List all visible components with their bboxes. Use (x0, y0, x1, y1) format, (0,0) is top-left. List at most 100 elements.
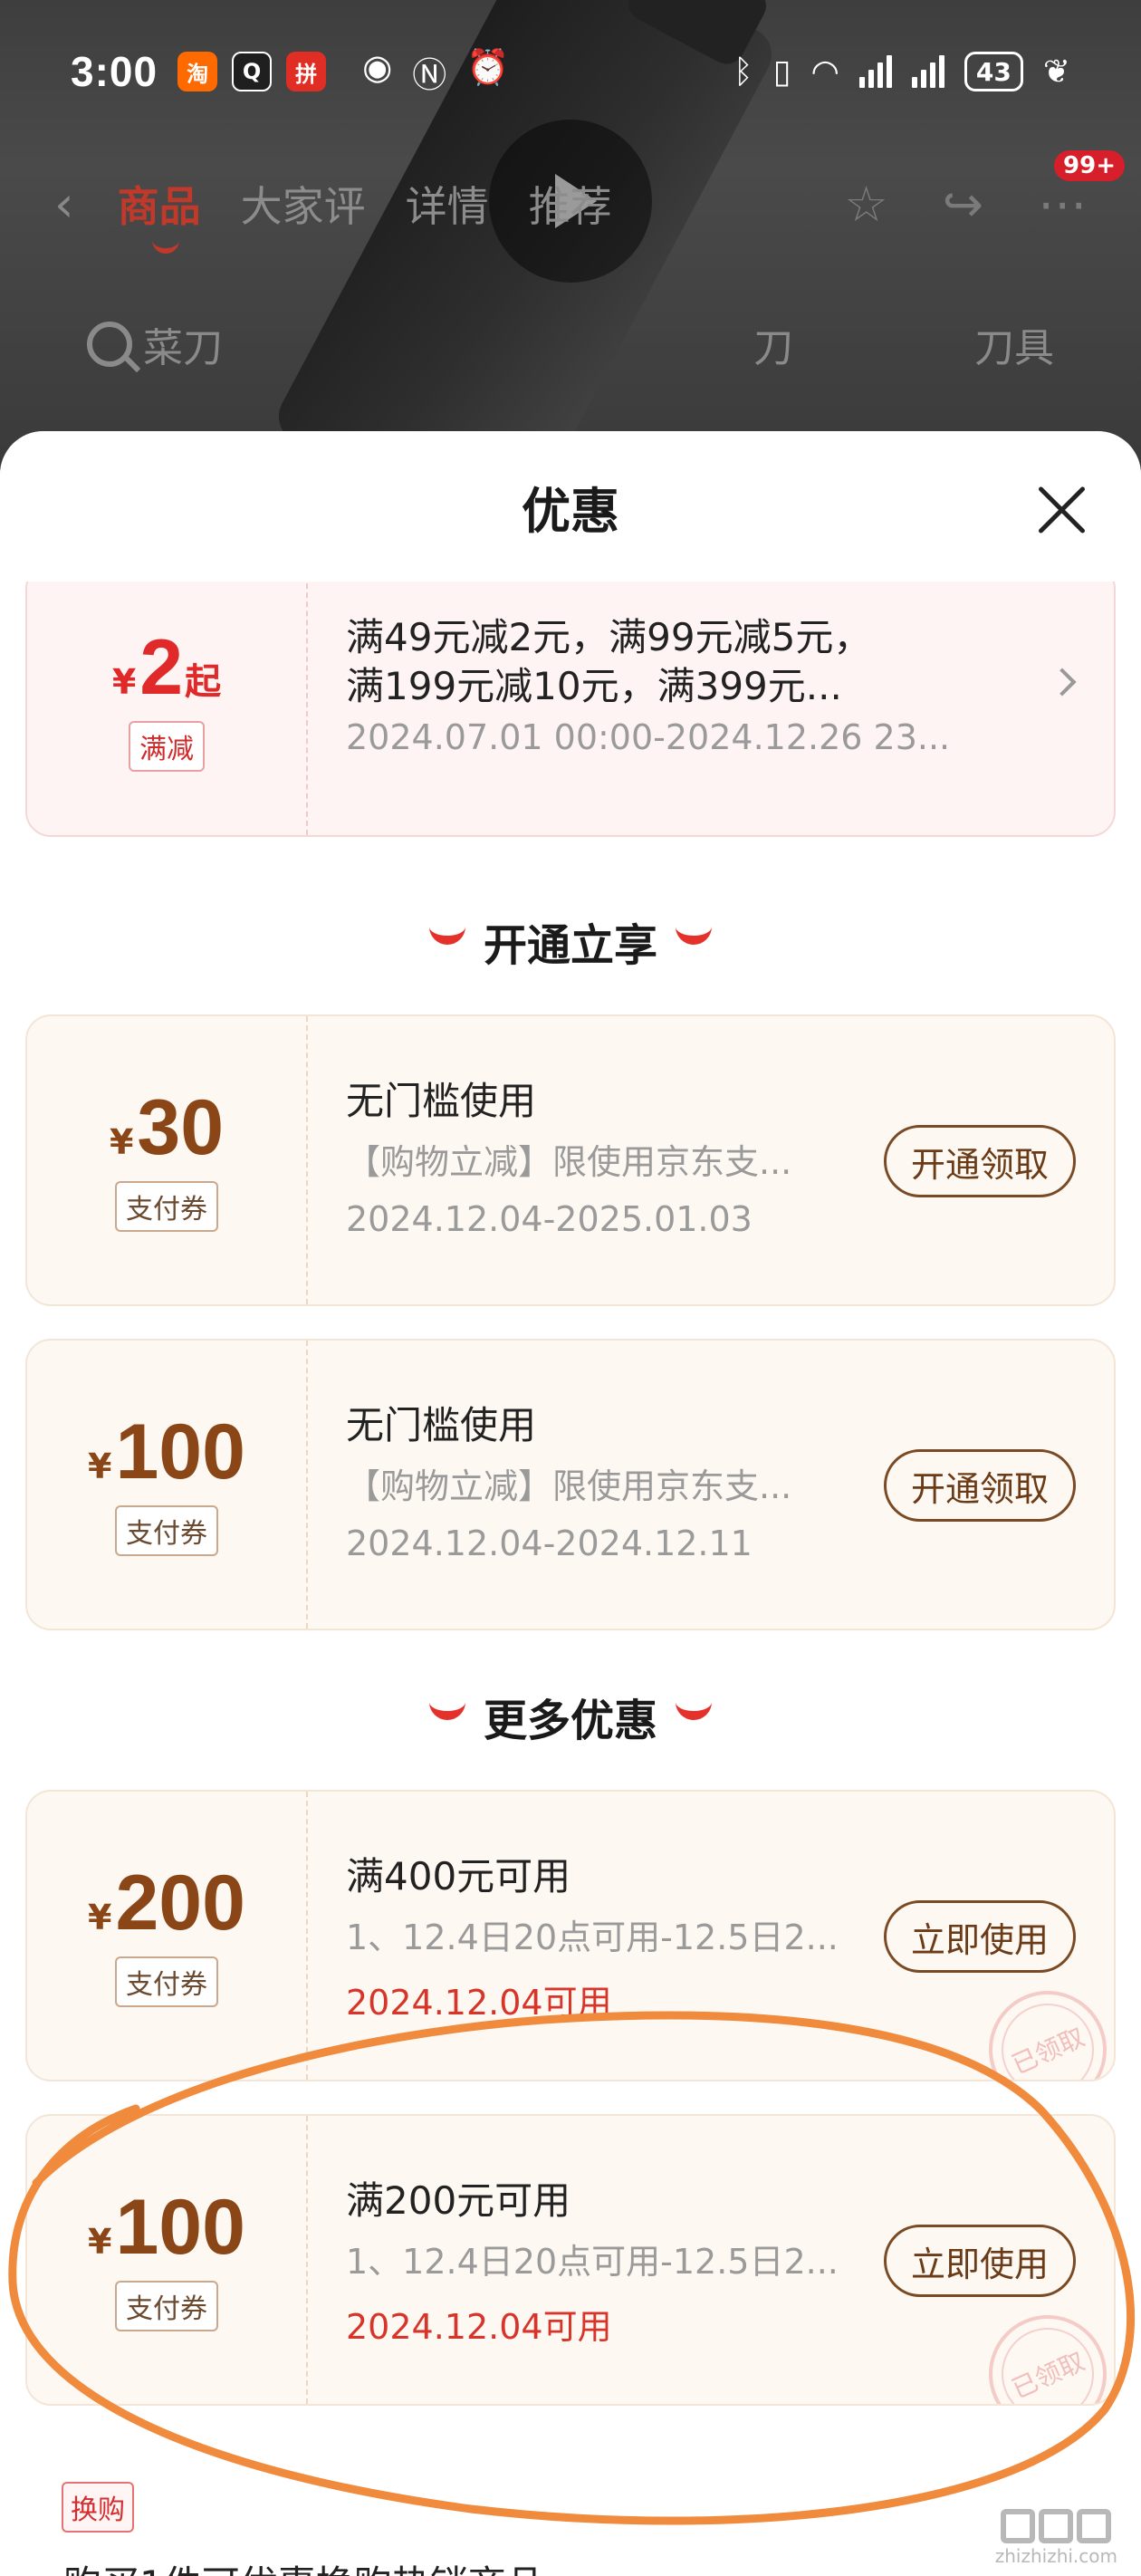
taobao-icon: 淘 (177, 52, 218, 91)
back-arrow-icon[interactable]: ‹ (54, 176, 74, 233)
coupon-info: 满200元可用 1、12.4日20点可用-12.5日2... 2024.12.0… (346, 2116, 1114, 2404)
coupon-validity: 2024.07.01 00:00-2024.12.26 23... (346, 717, 951, 757)
payment-coupon[interactable]: ¥ 30 支付券 无门槛使用 【购物立减】限使用京东支... 2024.12.0… (25, 1014, 1116, 1306)
tab-product[interactable]: 商品 (118, 174, 201, 254)
close-icon[interactable] (1036, 484, 1088, 536)
coupon-rule-line2: 满199元减10元，满399元... (346, 664, 842, 708)
exchange-offer-card[interactable]: 换购 购买1件可优惠换购热销商品 (25, 2442, 1116, 2576)
search-bar[interactable]: 菜刀 刀 刀具 (0, 308, 1141, 380)
coupon-desc: 1、12.4日20点可用-12.5日2... (346, 1918, 839, 1957)
coupon-value: ¥ 100 支付券 (27, 2116, 308, 2404)
claimed-stamp: 已领取 (970, 1972, 1114, 2080)
tab-recommend[interactable]: 推荐 (529, 174, 612, 234)
qq-icon: Q (232, 52, 273, 91)
payment-coupon[interactable]: ¥ 100 支付券 满200元可用 1、12.4日20点可用-12.5日2...… (25, 2114, 1116, 2406)
search-icon (87, 322, 132, 367)
use-now-button[interactable]: 立即使用 (884, 1900, 1076, 1973)
currency-symbol: ¥ (88, 1898, 112, 1937)
coupon-type-tag: 支付券 (115, 2281, 218, 2331)
pinduoduo-icon: 拼 (286, 52, 327, 91)
notification-apps: 淘 Q 拼 (177, 52, 327, 91)
section-open-header: 开通立享 (0, 909, 1141, 973)
activate-claim-button[interactable]: 开通领取 (884, 1125, 1076, 1197)
tab-reviews[interactable]: 大家评 (241, 174, 366, 234)
coupon-type-tag: 支付券 (115, 1505, 218, 1556)
use-now-button[interactable]: 立即使用 (884, 2225, 1076, 2297)
coupon-type-tag: 支付券 (115, 1181, 218, 1232)
system-icons: ◉ Ⓝ ⏰ (362, 47, 510, 97)
more-icon[interactable]: ⋯ 99+ (1038, 149, 1125, 233)
sheet-body: ¥ 2 起 满减 满49元减2元，满99元减5元， 满199元减10元，满399… (0, 582, 1141, 2576)
sheet-header: 优惠 (0, 431, 1141, 582)
coupon-validity: 2024.12.04-2025.01.03 (346, 1199, 753, 1239)
currency-symbol: ¥ (88, 1447, 112, 1486)
currency-symbol: ¥ (109, 1122, 134, 1162)
watermark-logo-icon (1001, 2509, 1112, 2543)
coupon-type-tag: 满减 (129, 721, 205, 772)
status-right-icons: ᛒ ▯ ◠ 43 ❦ (734, 52, 1070, 91)
search-chip-knife[interactable]: 刀 (753, 315, 793, 373)
coupon-amount: ¥ 200 (88, 1864, 245, 1942)
smile-decoration-icon (428, 1702, 465, 1720)
signal-icon (858, 55, 892, 88)
coupon-value: ¥ 200 支付券 (27, 1792, 308, 2080)
signal-icon-2 (911, 55, 944, 88)
coupon-info: 满400元可用 1、12.4日20点可用-12.5日2... 2024.12.0… (346, 1792, 1114, 2080)
payment-coupon[interactable]: ¥ 100 支付券 无门槛使用 【购物立减】限使用京东支... 2024.12.… (25, 1339, 1116, 1630)
coupon-amount: ¥ 100 (88, 2188, 245, 2266)
battery-icon: 43 (964, 52, 1023, 91)
coupon-title: 无门槛使用 (346, 1403, 537, 1447)
share-icon[interactable]: ↪ (943, 176, 983, 233)
product-nav-bar: ‹ 商品 大家评 详情 推荐 ☆ ↪ ⋯ 99+ (0, 149, 1141, 254)
chevron-right-icon[interactable] (1048, 668, 1077, 697)
status-time: 3:00 (71, 48, 158, 95)
smile-decoration-icon (676, 927, 712, 945)
coupon-rule-line1: 满49元减2元，满99元减5元， (346, 615, 872, 659)
coupon-type-tag: 支付券 (115, 1956, 218, 2007)
coupon-title: 满200元可用 (346, 2178, 571, 2223)
coupon-info: 满49元减2元，满99元减5元， 满199元减10元，满399元... 2024… (346, 582, 1114, 835)
section-more-header: 更多优惠 (0, 1685, 1141, 1748)
wifi-icon: ◠ (810, 53, 839, 91)
vibrate-icon: ▯ (772, 53, 791, 91)
activate-claim-button[interactable]: 开通领取 (884, 1449, 1076, 1522)
coupon-desc: 【购物立减】限使用京东支... (346, 1142, 792, 1182)
alarm-icon: ⏰ (466, 46, 510, 87)
coupon-value: ¥ 100 支付券 (27, 1341, 308, 1629)
coupon-amount: ¥ 30 (110, 1089, 224, 1167)
full-reduction-coupon[interactable]: ¥ 2 起 满减 满49元减2元，满99元减5元， 满199元减10元，满399… (25, 582, 1116, 837)
search-query[interactable]: 菜刀 (143, 315, 223, 373)
exchange-text: 购买1件可优惠换购热销商品 (63, 2554, 544, 2576)
message-badge: 99+ (1054, 149, 1125, 181)
amount-number: 100 (115, 1408, 245, 1495)
coupon-validity: 2024.12.04-2024.12.11 (346, 1523, 753, 1563)
currency-symbol: ¥ (111, 662, 137, 702)
amount-number: 30 (137, 1084, 225, 1171)
amount-number: 100 (115, 2184, 245, 2271)
coupon-title: 满400元可用 (346, 1854, 571, 1898)
leaf-icon: ❦ (1042, 53, 1070, 91)
status-bar: 3:00 淘 Q 拼 ◉ Ⓝ ⏰ ᛒ ▯ ◠ 43 ❦ (0, 36, 1141, 107)
coupon-value: ¥ 2 起 满减 (27, 582, 308, 835)
exchange-tag: 换购 (62, 2482, 134, 2533)
coupon-info: 无门槛使用 【购物立减】限使用京东支... 2024.12.04-2025.01… (346, 1016, 1114, 1304)
amount-number: 2 (139, 624, 184, 711)
coupon-validity: 2024.12.04可用 (346, 1983, 612, 2023)
watermark-text: zhizhizhi.com (994, 2545, 1117, 2567)
tab-details[interactable]: 详情 (406, 174, 489, 234)
nav-actions: ☆ ↪ ⋯ 99+ (844, 149, 1125, 233)
watermark: zhizhizhi.com (995, 2509, 1117, 2567)
section-title: 开通立享 (483, 920, 657, 971)
coupon-desc: 1、12.4日20点可用-12.5日2... (346, 2242, 839, 2282)
amount-number: 200 (115, 1860, 245, 1946)
star-icon[interactable]: ☆ (844, 176, 887, 233)
sheet-title: 优惠 (522, 482, 619, 540)
coupon-info: 无门槛使用 【购物立减】限使用京东支... 2024.12.04-2024.12… (346, 1341, 1114, 1629)
amount-suffix: 起 (185, 661, 222, 703)
smile-decoration-icon (428, 927, 465, 945)
coupon-value: ¥ 30 支付券 (27, 1016, 308, 1304)
discount-sheet: 优惠 ¥ 2 起 满减 满49元减2元，满99元减5元， 满199元减10元，满… (0, 431, 1141, 2576)
coupon-amount: ¥ 2 起 (112, 629, 221, 706)
payment-coupon[interactable]: ¥ 200 支付券 满400元可用 1、12.4日20点可用-12.5日2...… (25, 1790, 1116, 2081)
search-chip-cutlery[interactable]: 刀具 (974, 315, 1054, 373)
